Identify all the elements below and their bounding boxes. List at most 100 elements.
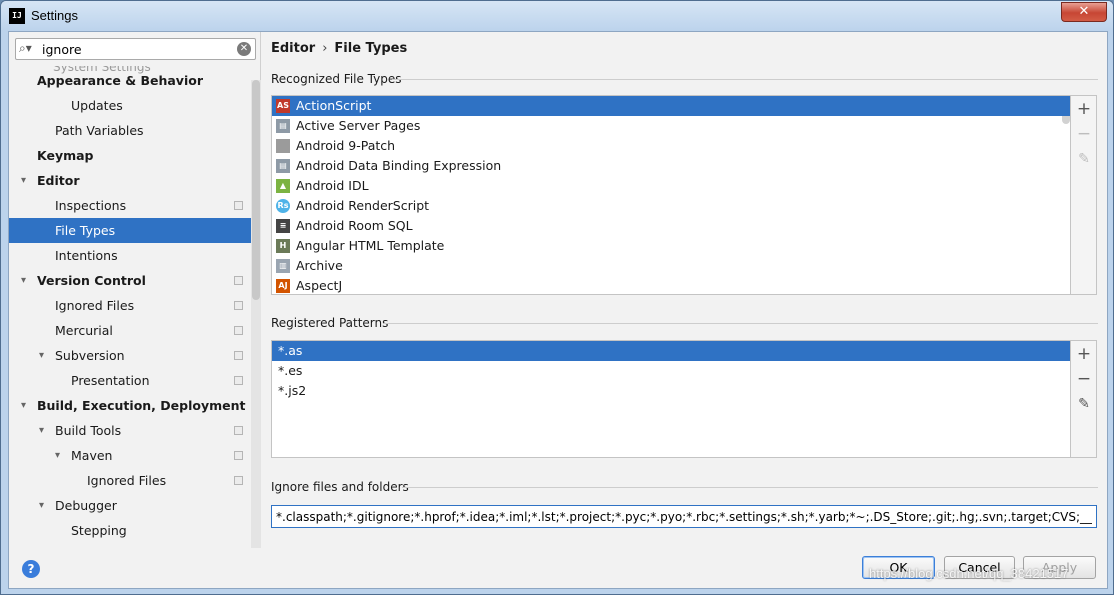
search-box: ⌕▾ ✕ [15,38,256,60]
clear-search-icon[interactable]: ✕ [237,42,251,56]
sidebar-item[interactable]: Stepping [9,518,251,543]
file-type-label: AspectJ [296,278,343,293]
sidebar-item[interactable]: ▾ Debugger [9,493,251,518]
sidebar-item[interactable]: Ignored Files [9,293,251,318]
expand-arrow-icon[interactable]: ▾ [21,393,26,418]
expand-arrow-icon[interactable]: ▾ [39,343,44,368]
watermark: https://blog.csdn.net/qq_38421517 [869,566,1069,581]
sidebar-scrollbar[interactable] [251,80,261,548]
sidebar-item-label: Updates [71,98,123,113]
sidebar-item[interactable]: Ignored Files [9,468,251,493]
settings-sidebar: ⌕▾ ✕ System Settings Appearance & Behavi… [9,32,261,548]
file-type-row[interactable]: Android 9-Patch [272,136,1070,156]
sidebar-item-label: File Types [55,223,116,238]
pattern-row[interactable]: *.as [272,341,1070,361]
file-type-row[interactable]: ▤ Active Server Pages [272,116,1070,136]
expand-arrow-icon[interactable]: ▾ [39,493,44,518]
sidebar-item-label: Debugger [55,498,117,513]
sidebar-item[interactable]: ▾ Version Control [9,268,251,293]
breadcrumb-file-types: File Types [334,41,408,56]
expand-arrow-icon[interactable]: ▾ [21,168,26,193]
sidebar-item[interactable]: ▾ Maven [9,443,251,468]
expand-arrow-icon[interactable]: ▾ [39,418,44,443]
sidebar-scroll-thumb[interactable] [252,80,260,300]
edit-file-type-button[interactable]: ✎ [1075,150,1093,168]
patterns-toolbar: + − ✎ [1071,340,1097,458]
recognized-file-types-list[interactable]: AS ActionScript ▤ Active Server Pages Androi… [271,95,1071,295]
sidebar-item-label: Subversion [55,348,125,363]
asp-icon: ▤ [276,119,290,133]
breadcrumb-separator: › [322,41,328,56]
sidebar-item-label: Ignored Files [87,473,167,488]
sidebar-item-label: Keymap [37,148,94,163]
sidebar-item-label: Intentions [55,248,118,263]
project-scope-icon [234,426,243,435]
pattern-row[interactable]: *.es [272,361,1070,381]
expand-arrow-icon[interactable]: ▾ [55,443,60,468]
sidebar-item[interactable]: File Types [9,218,251,243]
sidebar-item-label: Stepping [71,523,127,538]
sidebar-item[interactable]: Mercurial [9,318,251,343]
file-type-label: ActionScript [296,98,372,113]
file-type-row[interactable]: Rs Android RenderScript [272,196,1070,216]
sidebar-item[interactable]: Keymap [9,143,251,168]
search-input[interactable] [42,40,232,58]
project-scope-icon [234,376,243,385]
pattern-row[interactable]: *.js2 [272,381,1070,401]
edit-pattern-button[interactable]: ✎ [1075,395,1093,413]
section-divider [392,79,1098,80]
sidebar-item[interactable]: Inspections [9,193,251,218]
file-type-row[interactable]: AJ AspectJ [272,276,1070,294]
project-scope-icon [234,326,243,335]
android-icon: ▲ [276,179,290,193]
remove-pattern-button[interactable]: − [1075,370,1093,388]
database-icon: ≡ [276,219,290,233]
sidebar-item[interactable]: Path Variables [9,118,251,143]
sidebar-item[interactable]: ▾ Build, Execution, Deployment [9,393,251,418]
file-icon: ▤ [276,159,290,173]
file-type-row[interactable]: AS ActionScript [272,96,1070,116]
registered-patterns-title: Registered Patterns [271,316,389,330]
title-bar: IJ Settings ✕ [1,1,1113,31]
section-divider [384,323,1098,324]
project-scope-icon [234,451,243,460]
expand-arrow-icon[interactable]: ▾ [21,268,26,293]
file-type-row[interactable]: ≡ Android Room SQL [272,216,1070,236]
help-button[interactable]: ? [22,560,40,578]
project-scope-icon [234,201,243,210]
remove-file-type-button[interactable]: − [1075,125,1093,143]
sidebar-item[interactable]: Appearance & Behavior [9,68,251,93]
sidebar-item[interactable]: ▾ Build Tools [9,418,251,443]
add-file-type-button[interactable]: + [1075,100,1093,118]
sidebar-item[interactable]: Intentions [9,243,251,268]
project-scope-icon [234,301,243,310]
ignore-files-field[interactable] [271,505,1097,528]
file-types-panel: Editor › File Types Recognized File Types … [262,32,1108,548]
add-pattern-button[interactable]: + [1075,345,1093,363]
sidebar-item-label: Build Tools [55,423,122,438]
file-type-label: Android Room SQL [296,218,413,233]
file-type-row[interactable]: ▲ Android IDL [272,176,1070,196]
sidebar-item-label: Inspections [55,198,127,213]
recognized-file-types-title: Recognized File Types [271,72,402,86]
search-icon[interactable]: ⌕▾ [19,41,41,57]
sidebar-item[interactable]: ▾ Subversion [9,343,251,368]
sidebar-item-label: Maven [71,448,113,463]
sidebar-item[interactable]: Updates [9,93,251,118]
actionscript-icon: AS [276,99,290,113]
file-type-label: Android RenderScript [296,198,430,213]
file-type-label: Android IDL [296,178,369,193]
sidebar-item-label: Presentation [71,373,150,388]
settings-window: IJ Settings ✕ ⌕▾ ✕ System Settings Appea… [0,0,1114,595]
window-title: Settings [31,8,78,23]
close-button[interactable]: ✕ [1061,2,1107,22]
file-type-row[interactable]: ▤ Android Data Binding Expression [272,156,1070,176]
file-type-row[interactable]: ▥ Archive [272,256,1070,276]
sidebar-item[interactable]: Presentation [9,368,251,393]
breadcrumb: Editor › File Types [271,41,407,56]
file-type-row[interactable]: H Angular HTML Template [272,236,1070,256]
file-type-label: Android 9-Patch [296,138,396,153]
sidebar-item-label: Appearance & Behavior [37,73,203,88]
registered-patterns-list[interactable]: *.as *.es *.js2 [271,340,1071,458]
sidebar-item[interactable]: ▾ Editor [9,168,251,193]
